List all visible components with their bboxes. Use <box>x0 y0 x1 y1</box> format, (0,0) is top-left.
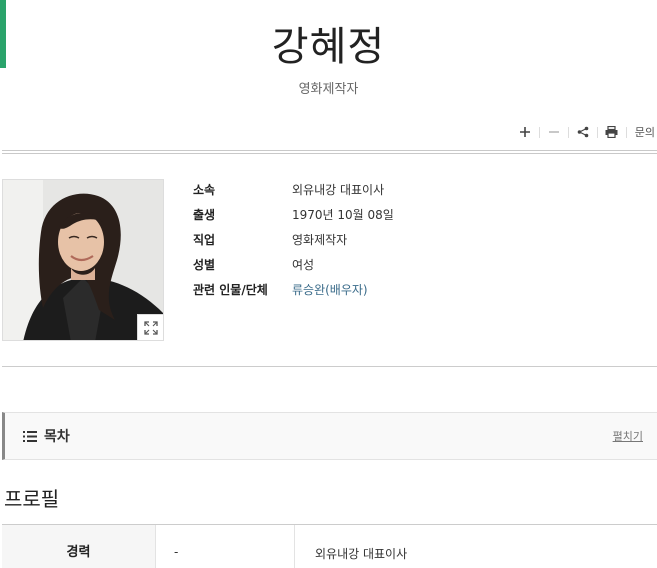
plus-icon <box>519 127 530 137</box>
info-label: 관련 인물/단체 <box>193 283 268 297</box>
info-row-affiliation: 소속 외유내강 대표이사 <box>193 177 394 202</box>
inquiry-link[interactable]: 문의 <box>627 124 657 140</box>
print-button[interactable] <box>598 122 626 142</box>
profile-photo[interactable] <box>2 179 164 341</box>
related-person-link[interactable]: 류승완(배우자) <box>292 281 368 298</box>
career-description: 외유내강 대표이사 <box>294 525 657 568</box>
career-period: - <box>155 525 294 568</box>
info-value: 외유내강 대표이사 <box>292 183 385 197</box>
career-label: 경력 <box>2 525 155 568</box>
list-icon <box>23 430 37 442</box>
info-row-birth: 출생 1970년 10월 08일 <box>193 202 394 227</box>
toolbar: 문의 <box>511 122 657 142</box>
expand-icon <box>143 320 158 335</box>
career-table: 경력 - 외유내강 대표이사 <box>2 524 657 568</box>
share-button[interactable] <box>569 122 597 142</box>
info-row-related: 관련 인물/단체 류승완(배우자) <box>193 277 394 302</box>
page-title: 강혜정 <box>271 24 386 70</box>
printer-icon <box>605 126 618 138</box>
info-label: 성별 <box>193 258 216 272</box>
header-divider <box>2 150 657 154</box>
zoom-in-button[interactable] <box>511 122 539 142</box>
info-value: 여성 <box>292 258 315 272</box>
info-value: 영화제작자 <box>292 233 348 247</box>
zoom-out-button[interactable] <box>540 122 568 142</box>
info-value: 1970년 10월 08일 <box>292 208 394 222</box>
table-of-contents: 목차 펼치기 <box>2 412 657 460</box>
info-label: 출생 <box>193 208 216 222</box>
info-row-gender: 성별 여성 <box>193 252 394 277</box>
toc-title: 목차 <box>44 429 70 445</box>
info-row-occupation: 직업 영화제작자 <box>193 227 394 252</box>
toc-expand-link[interactable]: 펼치기 <box>613 428 643 444</box>
page-subtitle: 영화제작자 <box>298 82 359 97</box>
person-info: 소속 외유내강 대표이사 출생 1970년 10월 08일 직업 영화제작자 성… <box>193 177 394 302</box>
expand-photo-button[interactable] <box>137 314 163 340</box>
info-label: 소속 <box>193 183 216 197</box>
share-icon <box>577 126 589 138</box>
section-divider <box>2 366 657 367</box>
profile-section-title: 프로필 <box>4 487 60 511</box>
minus-icon <box>548 131 559 133</box>
info-label: 직업 <box>193 233 216 247</box>
